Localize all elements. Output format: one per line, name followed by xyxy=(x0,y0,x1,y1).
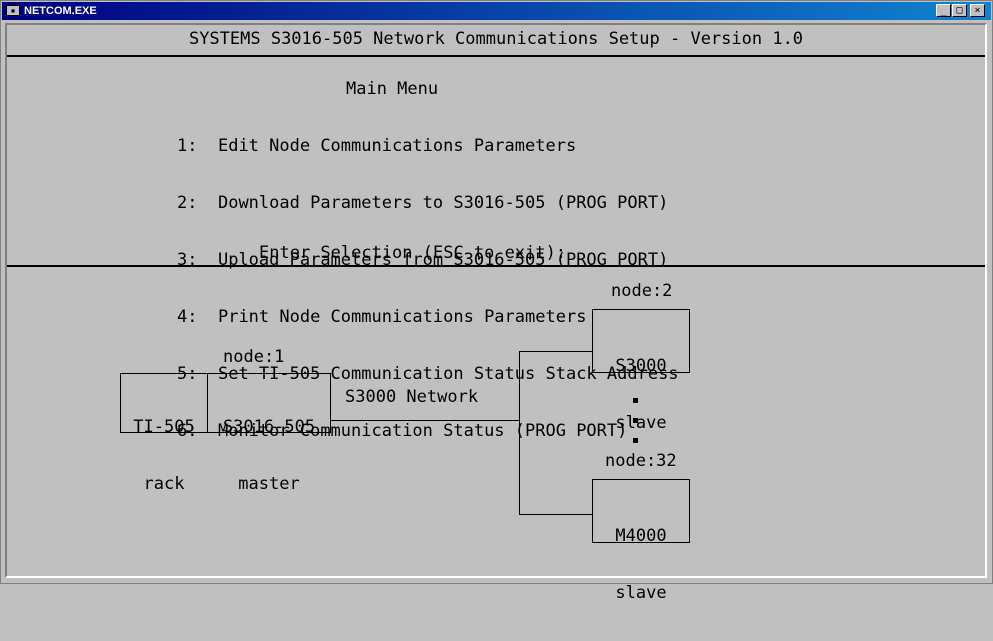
slave-top-line1: S3000 xyxy=(615,356,667,376)
network-bus xyxy=(519,351,520,515)
slave-node-32-box: M4000 slave xyxy=(592,479,690,603)
rack-line2: rack xyxy=(143,474,185,494)
title-bar[interactable]: ▪ NETCOM.EXE _ □ × xyxy=(2,2,991,20)
rack-line1: TI-505 xyxy=(133,417,195,437)
maximize-button[interactable]: □ xyxy=(952,4,967,17)
menu-item-number: 3: xyxy=(177,250,198,270)
header-divider xyxy=(7,55,985,57)
header-title: SYSTEMS S3016-505 Network Communications… xyxy=(188,29,804,49)
menu-item-number: 4: xyxy=(177,307,198,327)
msdos-icon[interactable]: ▪ xyxy=(6,5,20,16)
node-32-label: node:32 xyxy=(605,451,677,471)
master-line1: S3016-505 xyxy=(222,417,316,437)
master-line2: master xyxy=(238,474,300,494)
window-title: NETCOM.EXE xyxy=(24,5,97,17)
console-area[interactable]: SYSTEMS S3016-505 Network Communications… xyxy=(5,23,987,603)
menu-item-label: Print Node Communications Parameters xyxy=(217,307,587,327)
branch-bottom xyxy=(519,514,592,515)
slave-top-line2: slave xyxy=(615,413,667,433)
menu-item-1[interactable]: 1: Edit Node Communications Parameters xyxy=(177,137,679,156)
menu-item-label: Download Parameters to S3016-505 (PROG P… xyxy=(217,193,669,213)
ti505-rack-box: TI-505 rack xyxy=(120,373,208,494)
menu-item-number: 1: xyxy=(177,136,198,156)
network-label: S3000 Network xyxy=(345,387,479,407)
node-1-label: node:1 xyxy=(223,347,285,367)
app-window: ▪ NETCOM.EXE _ □ × SYSTEMS S3016-505 Net… xyxy=(0,0,993,603)
menu-title: Main Menu xyxy=(346,79,439,99)
ellipsis-dot xyxy=(633,418,638,423)
slave-node-2-box: S3000 slave xyxy=(592,309,690,433)
menu-item-2[interactable]: 2: Download Parameters to S3016-505 (PRO… xyxy=(177,194,679,213)
menu-item-number: 2: xyxy=(177,193,198,213)
menu-divider xyxy=(7,265,985,267)
master-box: S3016-505 master xyxy=(207,373,331,494)
ellipsis-dot xyxy=(633,438,638,443)
branch-top xyxy=(519,351,592,352)
node-2-label: node:2 xyxy=(611,281,673,301)
selection-prompt[interactable]: Enter Selection (ESC to exit): xyxy=(259,243,566,263)
minimize-button[interactable]: _ xyxy=(936,4,951,17)
slave-bottom-line2: slave xyxy=(615,583,667,603)
network-line xyxy=(330,420,520,421)
close-button[interactable]: × xyxy=(970,4,985,17)
menu-item-label: Edit Node Communications Parameters xyxy=(217,136,577,156)
slave-bottom-line1: M4000 xyxy=(615,526,667,546)
ellipsis-dot xyxy=(633,398,638,403)
